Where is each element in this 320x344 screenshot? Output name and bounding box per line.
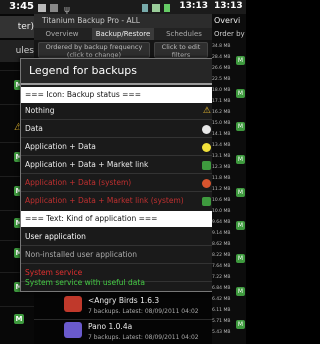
size-readout: 22.5 MB	[212, 77, 231, 82]
size-readout: 12.3 MB	[212, 165, 231, 170]
size-readout: 14.1 MB	[212, 132, 231, 137]
tab-overview[interactable]: Overview	[34, 28, 90, 40]
status-time: 3:45	[9, 1, 34, 12]
circle-red-icon	[202, 179, 211, 188]
market-badge-icon: M	[236, 320, 245, 329]
market-badge-icon: M	[236, 155, 245, 164]
divider	[21, 155, 217, 156]
status-time: 13:13	[179, 1, 208, 11]
legend-row: Application + Data + Market link (system…	[21, 193, 217, 209]
size-readout: 11.8 MB	[212, 176, 231, 181]
status-time: 13:13	[214, 1, 243, 11]
tab-bar: Overview Backup/Restore Schedules	[34, 28, 212, 40]
legend-label: Application + Data + Market link (system…	[25, 196, 184, 205]
market-badge-icon: M	[236, 89, 245, 98]
divider	[34, 319, 212, 320]
size-readout: 9.14 MB	[212, 231, 231, 236]
size-readout: 34.8 MB	[212, 44, 231, 49]
legend-label: Data	[25, 124, 43, 133]
legend-row: System service with useful data	[25, 278, 145, 287]
size-readout: 10.6 MB	[212, 198, 231, 203]
circle-green-icon	[202, 197, 211, 206]
tab-schedules[interactable]: Schedules	[156, 28, 212, 40]
size-readout: 26.6 MB	[212, 66, 231, 71]
market-badge-icon: M	[236, 287, 245, 296]
size-readout: 10.0 MB	[212, 209, 231, 214]
size-readout: 7.64 MB	[212, 264, 231, 269]
size-readout: 13.4 MB	[212, 143, 231, 148]
legend-row: Application + Data + Market link	[21, 157, 217, 173]
legend-label: Application + Data + Market link	[25, 160, 149, 169]
divider	[21, 191, 217, 192]
section-header: === Icon: Backup status ===	[21, 87, 217, 103]
size-readout: 16.2 MB	[212, 110, 231, 115]
market-badge-icon: M	[236, 221, 245, 230]
legend-row: Application + Data	[21, 139, 217, 155]
list-item-title[interactable]: Pano 1.0.4a	[88, 322, 132, 331]
list-item-subtitle: 7 backups. Latest: 08/09/2011 04:02	[88, 334, 199, 341]
legend-label: Nothing	[25, 106, 55, 115]
divider	[21, 263, 217, 264]
divider	[21, 173, 217, 174]
divider	[0, 306, 34, 307]
size-readout: 8.62 MB	[212, 242, 231, 247]
market-badge-icon: M	[236, 188, 245, 197]
data-icon	[202, 125, 211, 134]
legend-row: Application + Data (system)	[21, 175, 217, 191]
right-screen-panel: 13:13 Overvi Order by 34.8 MB 28.4 MB M 26.…	[212, 0, 246, 344]
divider	[21, 119, 217, 120]
legend-label: Application + Data	[25, 142, 96, 151]
smiley-green-icon	[202, 161, 211, 170]
market-badge-icon: M	[236, 56, 245, 65]
list-item-title[interactable]: <Angry Birds 1.6.3	[88, 296, 159, 305]
left-title: ter)	[0, 16, 34, 38]
legend-row: Nothing ⚠	[21, 103, 217, 119]
legend-dialog: Legend for backups === Icon: Backup stat…	[20, 58, 218, 292]
smiley-yellow-icon	[202, 143, 211, 152]
order-button[interactable]: Order by	[214, 30, 245, 38]
size-list: 34.8 MB 28.4 MB M 26.6 MB 22.5 MB 18.0 MB M 17.…	[212, 44, 246, 344]
size-readout: 6.42 MB	[212, 297, 231, 302]
angry-birds-app-icon	[64, 296, 82, 312]
legend-row: User application	[25, 232, 86, 241]
filter-button[interactable]: Click to edit filters	[154, 42, 208, 59]
divider	[21, 245, 217, 246]
pano-app-icon	[64, 322, 82, 338]
size-readout: 6.11 MB	[212, 308, 231, 313]
size-readout: 7.22 MB	[212, 275, 231, 280]
market-badge-icon: M	[14, 314, 24, 324]
legend-label: Application + Data (system)	[25, 178, 132, 187]
divider	[21, 137, 217, 138]
warning-icon: ⚠	[202, 106, 211, 116]
app-title: Titanium Backup Pro - ALL	[34, 14, 212, 28]
tab-overview[interactable]: Overvi	[214, 16, 240, 25]
tab-backup-restore[interactable]: Backup/Restore	[92, 28, 154, 40]
toolbar: Ordered by backup frequency (click to ch…	[34, 40, 212, 60]
size-readout: 5.43 MB	[212, 330, 231, 335]
divider	[21, 83, 217, 85]
status-bar: ψ 13:13	[34, 0, 212, 15]
order-button[interactable]: Ordered by backup frequency (click to ch…	[38, 42, 150, 59]
market-badge-icon: M	[236, 122, 245, 131]
market-badge-icon: M	[236, 254, 245, 263]
dialog-title: Legend for backups	[21, 59, 217, 83]
list-item-subtitle: 7 backups. Latest: 08/09/2011 04:02	[88, 308, 199, 315]
size-readout: 17.1 MB	[212, 99, 231, 104]
status-bar: 13:13	[212, 0, 246, 14]
legend-row: Data	[21, 121, 217, 137]
section-header: === Text: Kind of application ===	[21, 211, 217, 227]
legend-row: Non-installed user application	[25, 250, 137, 259]
